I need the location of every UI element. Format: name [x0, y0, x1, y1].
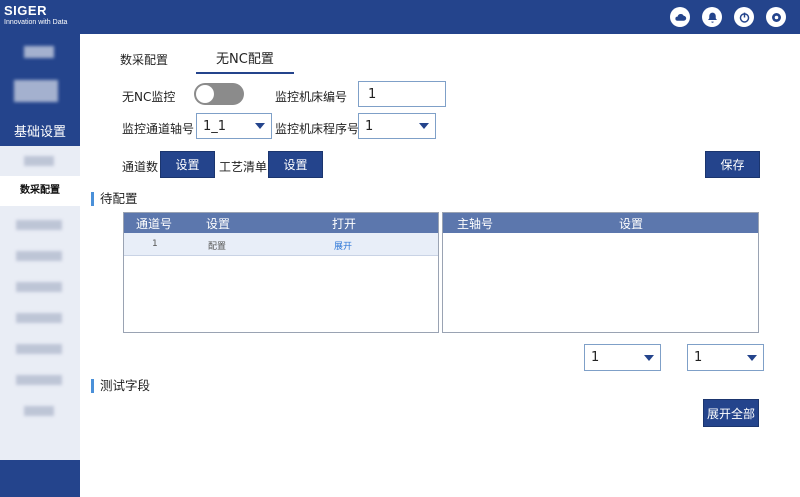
- spindle-table-header: 主轴号 设置: [443, 213, 758, 233]
- channel-table: 通道号 设置 打开 1 配置 展开: [123, 212, 439, 333]
- sidebar-item[interactable]: [0, 272, 80, 302]
- column-header-open: 打开: [332, 217, 357, 231]
- top-bar: SIGER Innovation with Data: [0, 0, 800, 34]
- tab-data-collection[interactable]: 数采配置: [116, 48, 172, 74]
- right-pager-value: 1: [694, 350, 703, 365]
- sidebar-item[interactable]: [0, 303, 80, 333]
- chevron-down-icon: [419, 123, 429, 129]
- tab-no-nc-config[interactable]: 无NC配置: [196, 48, 294, 74]
- save-button[interactable]: 保存: [705, 151, 760, 178]
- left-pager-value: 1: [591, 350, 600, 365]
- chevron-down-icon: [644, 354, 654, 361]
- column-header-spindle: 主轴号: [457, 217, 494, 231]
- process-list-label: 工艺清单: [219, 160, 268, 174]
- cell-setting: 配置: [208, 242, 227, 252]
- sidebar-item-data-collection[interactable]: 数采配置: [0, 176, 80, 206]
- chevron-down-icon: [255, 123, 265, 129]
- channel-table-header: 通道号 设置 打开: [124, 213, 438, 233]
- sidebar-item[interactable]: [0, 146, 80, 176]
- channel-set-button[interactable]: 设置: [160, 151, 215, 178]
- expand-all-button[interactable]: 展开全部: [703, 399, 759, 427]
- tab-bar: 数采配置 无NC配置: [116, 48, 294, 74]
- sidebar-blurred-item[interactable]: [24, 46, 54, 58]
- sidebar-item[interactable]: [0, 241, 80, 271]
- sidebar-submenu: 数采配置: [0, 146, 80, 460]
- main-content: 数采配置 无NC配置 无NC监控 监控机床编号 1 监控通道轴号 1_1 监控机…: [80, 34, 800, 497]
- column-header-channel: 通道号: [136, 217, 173, 231]
- sidebar-item[interactable]: [0, 334, 80, 364]
- bell-icon[interactable]: [702, 7, 722, 27]
- chevron-down-icon: [747, 354, 757, 361]
- column-header-setting: 设置: [619, 217, 644, 231]
- process-set-button[interactable]: 设置: [268, 151, 323, 178]
- sidebar-section-basic-settings[interactable]: 基础设置: [0, 121, 80, 140]
- test-field-title: 测试字段: [91, 379, 150, 393]
- sidebar-item[interactable]: [0, 365, 80, 395]
- sidebar-blurred-item[interactable]: [14, 80, 58, 102]
- column-header-setting: 设置: [206, 217, 231, 231]
- no-nc-monitor-label: 无NC监控: [122, 90, 176, 104]
- machine-program-label: 监控机床程序号: [275, 122, 360, 136]
- settings-icon[interactable]: [766, 7, 786, 27]
- top-icon-group: [670, 7, 786, 27]
- no-nc-monitor-toggle[interactable]: [194, 83, 244, 105]
- cell-channel: 1: [152, 239, 158, 249]
- sidebar: 基础设置 数采配置: [0, 34, 80, 497]
- channel-axis-select[interactable]: 1_1: [196, 113, 272, 139]
- machine-number-label: 监控机床编号: [275, 90, 348, 104]
- machine-number-input[interactable]: 1: [358, 81, 446, 107]
- cloud-icon[interactable]: [670, 7, 690, 27]
- sidebar-item[interactable]: [0, 210, 80, 240]
- brand-logo: SIGER Innovation with Data: [4, 4, 67, 27]
- machine-program-value: 1: [365, 118, 374, 134]
- channel-count-label: 通道数: [122, 160, 159, 174]
- sidebar-item[interactable]: [0, 396, 80, 426]
- cell-open-link[interactable]: 展开: [334, 239, 352, 252]
- spindle-table: 主轴号 设置: [442, 212, 759, 333]
- brand-tagline: Innovation with Data: [4, 19, 68, 26]
- brand-name: SIGER: [4, 3, 47, 18]
- table-row: 1 配置 展开: [124, 233, 438, 256]
- channel-axis-label: 监控通道轴号: [122, 122, 195, 136]
- pending-config-title: 待配置: [91, 192, 138, 206]
- machine-program-select[interactable]: 1: [358, 113, 436, 139]
- channel-axis-value: 1_1: [203, 118, 227, 134]
- power-icon[interactable]: [734, 7, 754, 27]
- toggle-knob: [196, 85, 214, 103]
- right-pager-select[interactable]: 1: [687, 344, 764, 371]
- left-pager-select[interactable]: 1: [584, 344, 661, 371]
